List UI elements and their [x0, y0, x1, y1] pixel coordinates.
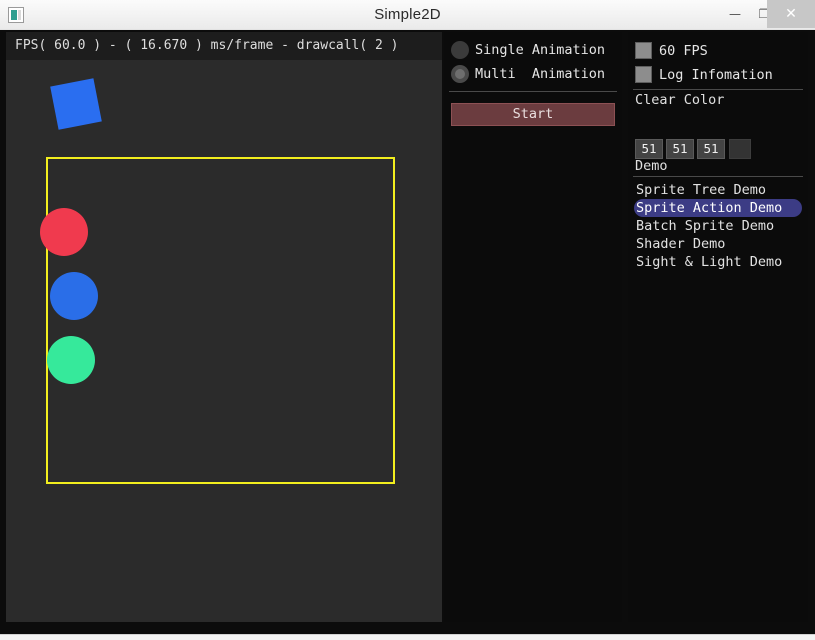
fps-status-bar: FPS( 60.0 ) - ( 16.670 ) ms/frame - draw… — [6, 32, 442, 60]
clear-color-label: Clear Color — [635, 92, 725, 108]
radio-single-animation-label: Single Animation — [475, 42, 606, 58]
title-bar: Simple2D — ❐ ✕ — [0, 0, 815, 30]
client-area: FPS( 60.0 ) - ( 16.670 ) ms/frame - draw… — [0, 30, 815, 634]
checkbox-60-fps-label: 60 FPS — [659, 43, 708, 59]
clear-color-b-field[interactable]: 51 — [697, 139, 725, 159]
animation-control-panel: Single Animation Multi Animation Start — [444, 32, 622, 622]
settings-separator-demo — [633, 176, 803, 177]
radio-dot-icon — [451, 65, 469, 83]
scene-boundary-outline — [46, 157, 395, 484]
demo-item-sprite-tree[interactable]: Sprite Tree Demo — [634, 181, 802, 199]
canvas-panel: FPS( 60.0 ) - ( 16.670 ) ms/frame - draw… — [6, 32, 442, 622]
application-window: Simple2D — ❐ ✕ FPS( 60.0 ) - ( 16.670 ) … — [0, 0, 815, 640]
fps-status-text: FPS( 60.0 ) - ( 16.670 ) ms/frame - draw… — [15, 38, 399, 53]
clear-color-g-field[interactable]: 51 — [666, 139, 694, 159]
checkbox-log-information-label: Log Infomation — [659, 67, 773, 83]
close-button[interactable]: ✕ — [767, 0, 815, 28]
demo-item-sprite-action[interactable]: Sprite Action Demo — [634, 199, 802, 217]
settings-panel: 60 FPS Log Infomation Clear Color 51 51 … — [628, 32, 808, 622]
red-circle-sprite — [40, 208, 88, 256]
window-bottom-edge — [0, 634, 815, 640]
control-panel-separator — [449, 91, 617, 92]
blue-circle-sprite — [50, 272, 98, 320]
render-viewport[interactable] — [6, 60, 442, 622]
checkbox-icon — [635, 42, 652, 59]
clear-color-r-field[interactable]: 51 — [635, 139, 663, 159]
settings-separator-top — [633, 89, 803, 90]
clear-color-swatch[interactable] — [729, 139, 751, 159]
green-circle-sprite — [47, 336, 95, 384]
demo-list-label: Demo — [635, 158, 668, 174]
close-icon: ✕ — [785, 6, 797, 22]
window-title: Simple2D — [374, 6, 441, 23]
checkbox-icon — [635, 66, 652, 83]
demo-item-batch-sprite[interactable]: Batch Sprite Demo — [634, 217, 802, 235]
minimize-button[interactable]: — — [721, 2, 749, 26]
start-button[interactable]: Start — [451, 103, 615, 126]
demo-item-sight-light[interactable]: Sight & Light Demo — [634, 253, 802, 271]
minimize-icon: — — [729, 7, 741, 21]
demo-item-shader[interactable]: Shader Demo — [634, 235, 802, 253]
radio-dot-icon — [451, 41, 469, 59]
blue-square-sprite — [50, 78, 102, 130]
radio-multi-animation-label: Multi Animation — [475, 66, 606, 82]
